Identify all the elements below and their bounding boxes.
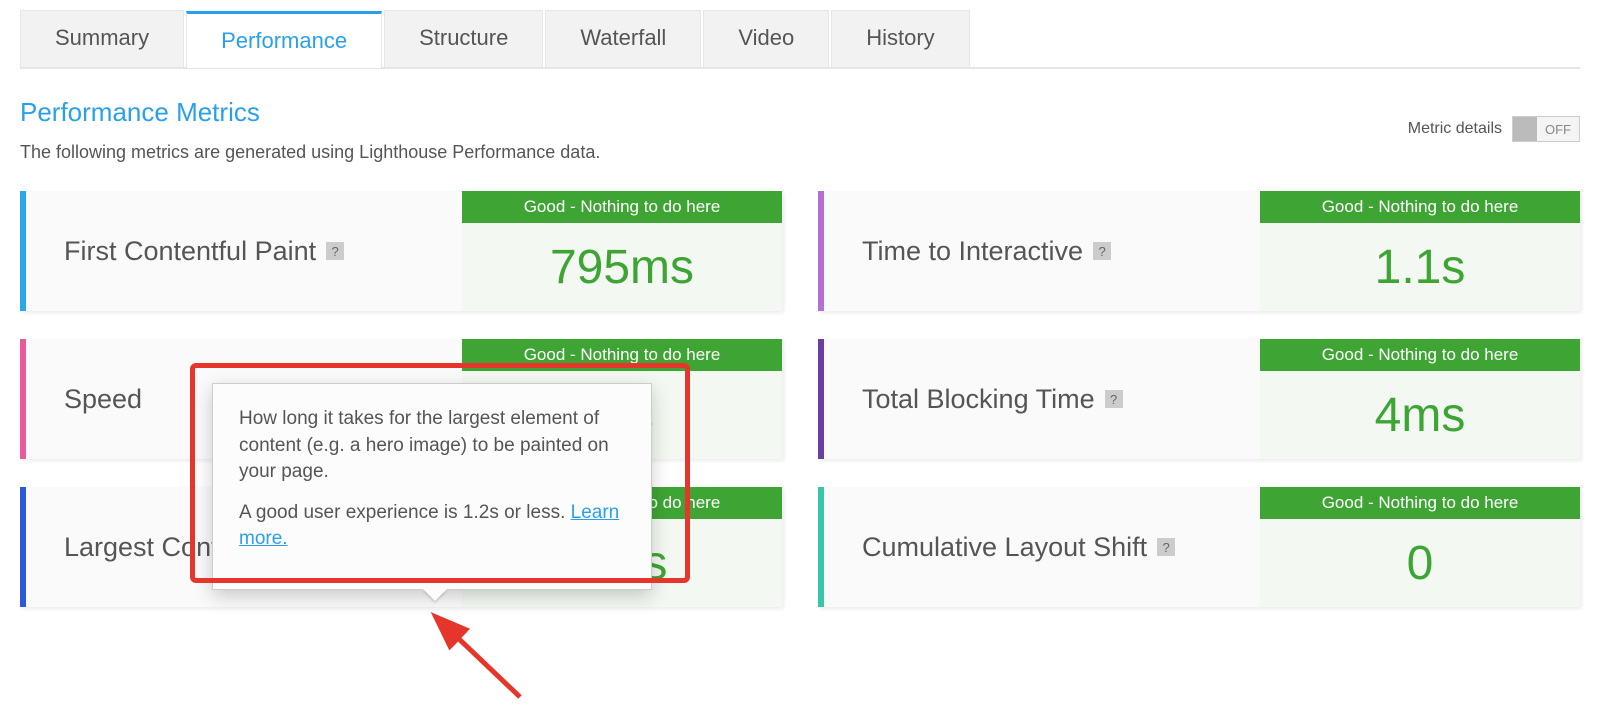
status-badge: Good - Nothing to do here (1260, 191, 1580, 223)
annotation-arrow-icon (420, 607, 540, 717)
tab-video[interactable]: Video (703, 10, 829, 67)
toggle-knob (1513, 117, 1537, 141)
status-badge: Good - Nothing to do here (462, 339, 782, 371)
help-icon[interactable]: ? (1157, 538, 1175, 556)
status-badge: Good - Nothing to do here (462, 191, 782, 223)
section-title: Performance Metrics (20, 97, 260, 128)
metric-value: 1.1s (1260, 223, 1580, 311)
metric-name: Total Blocking Time (862, 384, 1095, 415)
metric-card-tti: Time to Interactive ? Good - Nothing to … (818, 191, 1580, 311)
metric-name: First Contentful Paint (64, 236, 316, 267)
metric-name: Speed (64, 384, 142, 415)
metric-value: 4ms (1260, 371, 1580, 459)
help-icon[interactable]: ? (326, 242, 344, 260)
metric-name: Cumulative Layout Shift (862, 532, 1147, 563)
tab-summary[interactable]: Summary (20, 10, 184, 67)
status-badge: Good - Nothing to do here (1260, 487, 1580, 519)
tabs-bar: Summary Performance Structure Waterfall … (20, 10, 1580, 69)
help-icon[interactable]: ? (1105, 390, 1123, 408)
status-badge: Good - Nothing to do here (1260, 339, 1580, 371)
help-tooltip: How long it takes for the largest elemen… (212, 383, 652, 590)
metric-name: Time to Interactive (862, 236, 1083, 267)
tab-performance[interactable]: Performance (186, 11, 382, 68)
tooltip-text-2: A good user experience is 1.2s or less. … (239, 500, 625, 553)
metrics-grid: First Contentful Paint ? Good - Nothing … (20, 191, 1580, 607)
section-description: The following metrics are generated usin… (20, 142, 1580, 163)
tab-history[interactable]: History (831, 10, 969, 67)
tooltip-text: How long it takes for the largest elemen… (239, 406, 625, 486)
metric-card-cls: Cumulative Layout Shift ? Good - Nothing… (818, 487, 1580, 607)
tab-waterfall[interactable]: Waterfall (545, 10, 701, 67)
metric-value: 795ms (462, 223, 782, 311)
metric-value: 0 (1260, 519, 1580, 607)
toggle-label: Metric details (1408, 120, 1502, 138)
metric-card-fcp: First Contentful Paint ? Good - Nothing … (20, 191, 782, 311)
toggle-state: OFF (1545, 122, 1571, 137)
metric-details-toggle[interactable]: Metric details OFF (1408, 116, 1580, 142)
help-icon[interactable]: ? (1093, 242, 1111, 260)
metric-card-tbt: Total Blocking Time ? Good - Nothing to … (818, 339, 1580, 459)
tab-structure[interactable]: Structure (384, 10, 543, 67)
